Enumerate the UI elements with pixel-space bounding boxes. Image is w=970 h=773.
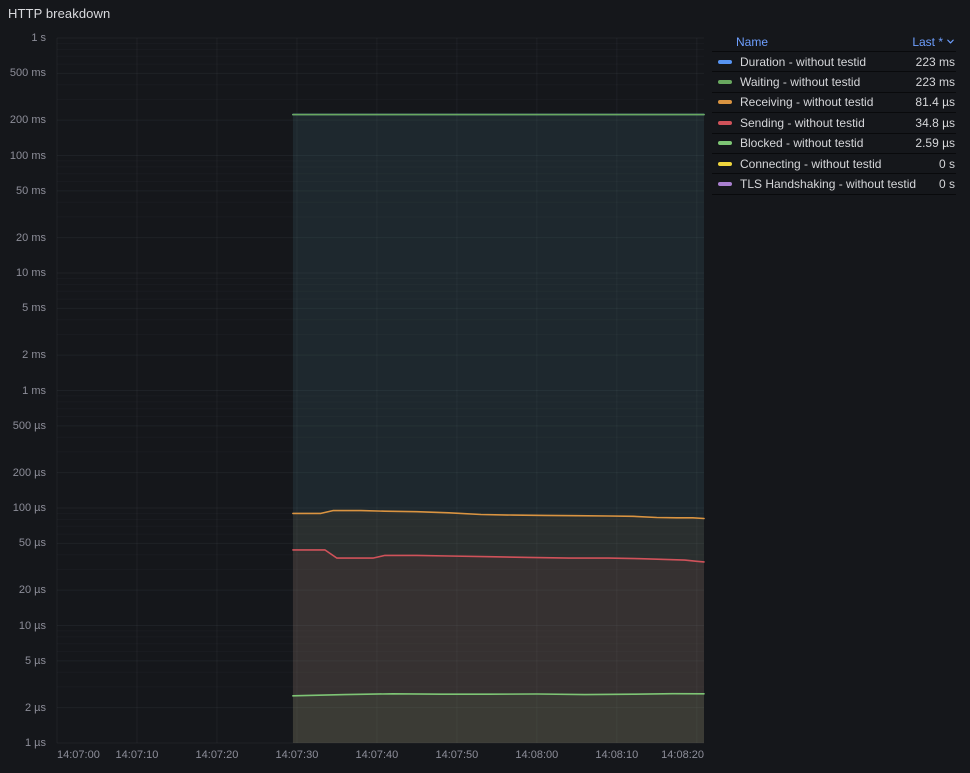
y-axis-tick-label: 10 ms: [16, 267, 46, 279]
x-axis-tick-label: 14:07:40: [355, 749, 399, 761]
y-axis-tick-label: 2 µs: [24, 701, 46, 714]
x-axis-tick-label: 14:07:50: [435, 749, 479, 761]
y-axis-tick-label: 20 µs: [18, 584, 46, 597]
y-axis-tick-label: 1 µs: [24, 737, 46, 749]
legend-series-value: 34.8 µs: [915, 115, 955, 130]
legend-series-name[interactable]: Blocked - without testid: [740, 136, 863, 150]
legend-series-value: 2.59 µs: [915, 136, 955, 151]
y-axis-tick-label: 5 µs: [24, 654, 46, 667]
legend-row[interactable]: Sending - without testid 34.8 µs: [712, 113, 956, 134]
y-axis-tick-label: 50 ms: [16, 184, 46, 197]
y-axis-tick-label: 100 µs: [12, 502, 46, 514]
legend-header-row: Name Last *: [712, 32, 956, 52]
x-axis-tick-label: 14:08:20: [661, 749, 704, 761]
chevron-down-icon: [947, 39, 954, 44]
series-color-swatch[interactable]: [718, 100, 732, 105]
legend-series-name[interactable]: Waiting - without testid: [740, 75, 860, 89]
series-color-swatch[interactable]: [718, 182, 732, 187]
y-axis-tick-label: 2 ms: [22, 349, 46, 362]
series-color-swatch[interactable]: [718, 161, 732, 166]
y-axis-tick-label: 200 ms: [9, 114, 46, 127]
legend-series-name[interactable]: Sending - without testid: [740, 116, 865, 130]
x-axis-tick-label: 14:07:00: [57, 749, 100, 761]
series-color-swatch[interactable]: [718, 59, 732, 64]
legend-rows: Duration - without testid 223 ms Waiting -…: [712, 52, 956, 195]
y-axis-tick-label: 5 ms: [22, 302, 46, 315]
y-axis-tick-label: 500 µs: [12, 419, 46, 432]
legend-row[interactable]: Connecting - without testid 0 s: [712, 154, 956, 175]
x-axis-tick-label: 14:08:10: [595, 749, 639, 761]
y-axis-tick-label: 500 ms: [9, 67, 46, 80]
legend-series-name[interactable]: Duration - without testid: [740, 55, 866, 69]
legend-table: Name Last * Duration - without testid 223…: [712, 32, 956, 195]
series-area: [292, 693, 704, 743]
series-color-swatch[interactable]: [718, 141, 732, 146]
y-axis-tick-label: 50 µs: [18, 537, 46, 550]
legend-header-name[interactable]: Name: [736, 35, 768, 49]
legend-series-name[interactable]: TLS Handshaking - without testid: [740, 177, 916, 191]
legend-series-value: 0 s: [938, 156, 955, 171]
legend-row[interactable]: TLS Handshaking - without testid 0 s: [712, 174, 956, 195]
series-color-swatch[interactable]: [718, 120, 732, 125]
x-axis-tick-label: 14:07:10: [115, 749, 159, 761]
legend-series-value: 223 ms: [915, 75, 955, 90]
y-axis-tick-label: 1 ms: [22, 384, 46, 397]
x-axis-tick-label: 14:08:00: [515, 749, 559, 761]
legend-header-last[interactable]: Last *: [912, 35, 956, 49]
legend-row[interactable]: Receiving - without testid 81.4 µs: [712, 93, 956, 114]
legend-series-name[interactable]: Receiving - without testid: [740, 95, 873, 109]
legend-row[interactable]: Duration - without testid 223 ms: [712, 52, 956, 73]
legend-series-value: 0 s: [938, 177, 955, 192]
y-axis-tick-label: 200 µs: [12, 466, 46, 479]
y-axis-tick-label: 10 µs: [18, 619, 46, 632]
y-axis-tick-label: 20 ms: [16, 231, 46, 244]
series-color-swatch[interactable]: [718, 80, 732, 85]
legend-series-value: 81.4 µs: [915, 95, 955, 110]
y-axis-tick-label: 100 ms: [9, 149, 46, 162]
x-axis-tick-label: 14:07:20: [195, 749, 239, 761]
legend-series-name[interactable]: Connecting - without testid: [740, 157, 881, 171]
x-axis-tick-label: 14:07:30: [275, 749, 319, 761]
legend-series-value: 223 ms: [915, 54, 955, 69]
legend-header-last-label: Last *: [912, 34, 943, 49]
legend-row[interactable]: Blocked - without testid 2.59 µs: [712, 134, 956, 154]
y-axis-tick-label: 1 s: [31, 32, 46, 44]
legend-row[interactable]: Waiting - without testid 223 ms: [712, 72, 956, 93]
